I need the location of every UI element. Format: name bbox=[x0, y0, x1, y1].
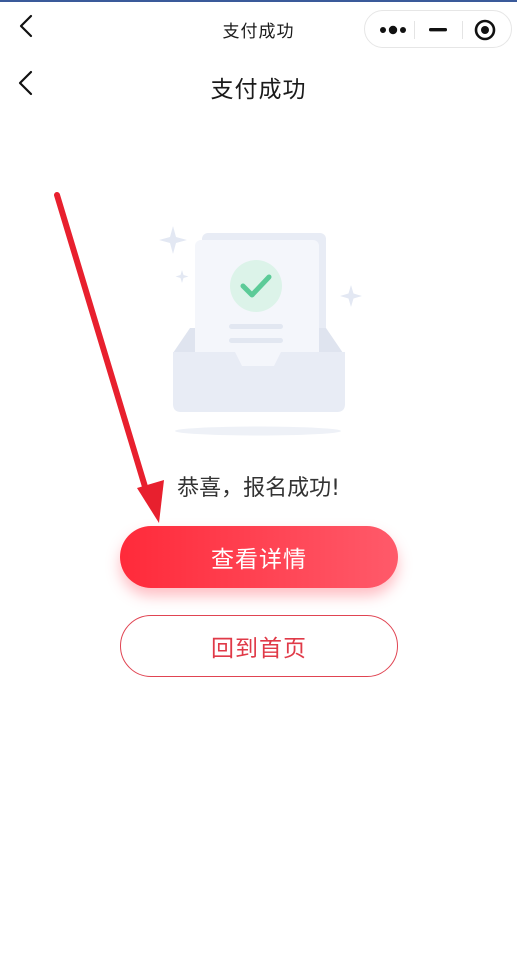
document-inbox-check-icon bbox=[159, 226, 362, 436]
more-dots-icon bbox=[380, 25, 406, 35]
success-illustration bbox=[150, 218, 366, 442]
more-button[interactable] bbox=[367, 11, 417, 49]
mini-program-nav-bar: 支付成功 bbox=[0, 2, 517, 52]
mp-capsule-menu bbox=[364, 10, 512, 48]
view-details-button[interactable]: 查看详情 bbox=[120, 526, 398, 588]
minimize-button[interactable] bbox=[413, 11, 463, 49]
back-to-home-button[interactable]: 回到首页 bbox=[120, 615, 398, 677]
minimize-icon bbox=[429, 28, 447, 32]
close-mini-program-button[interactable] bbox=[461, 11, 511, 49]
page-header: 支付成功 bbox=[0, 56, 517, 112]
page-title: 支付成功 bbox=[210, 77, 307, 103]
payment-success-page: 支付成功 支付成功 恭喜，报名成功! 查看详情 回到首页 bbox=[0, 0, 517, 975]
target-close-icon bbox=[474, 19, 496, 41]
success-message: 恭喜，报名成功! bbox=[177, 476, 340, 501]
